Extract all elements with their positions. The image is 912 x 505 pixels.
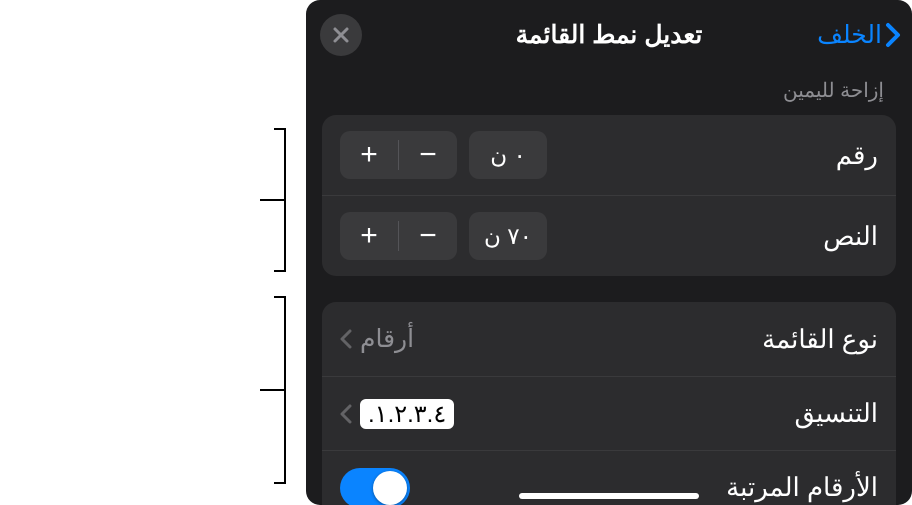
indent-number-label: رقم [836,140,878,171]
indent-text-value[interactable]: ٧٠ ن [469,212,547,260]
list-format-value: ١.٢.٣.٤. [360,399,454,429]
list-type-value: أرقام [360,324,414,354]
toggle-knob [373,471,407,505]
stepper-divider [398,221,399,251]
indent-number-stepper: − + [340,131,457,179]
close-icon [332,26,350,44]
chevron-right-icon [884,21,902,49]
list-type-label: نوع القائمة [762,324,878,355]
indent-text-stepper: − + [340,212,457,260]
indent-number-row: رقم ٠ ن − + [322,115,896,195]
indent-card: رقم ٠ ن − + النص ٧٠ ن − + [322,115,896,276]
chevron-left-icon [340,404,352,424]
tiered-numbers-toggle[interactable] [340,468,410,505]
list-format-label: التنسيق [794,398,878,429]
panel-header: الخلف تعديل نمط القائمة [306,0,912,70]
list-style-panel: الخلف تعديل نمط القائمة إزاحة لليمين رقم… [306,0,912,505]
panel-title: تعديل نمط القائمة [516,20,703,50]
indent-text-row: النص ٧٠ ن − + [322,195,896,276]
indent-number-decrement[interactable]: − [399,131,457,179]
indent-number-value[interactable]: ٠ ن [469,131,547,179]
close-button[interactable] [320,14,362,56]
indent-text-increment[interactable]: + [340,212,398,260]
indent-text-label: النص [823,221,878,252]
callout-bracket-list [284,296,286,484]
home-indicator [519,493,699,499]
tiered-numbers-label: الأرقام المرتبة [726,472,878,503]
list-settings-card: نوع القائمة أرقام التنسيق ١.٢.٣.٤. الأرق… [322,302,896,505]
list-format-row[interactable]: التنسيق ١.٢.٣.٤. [322,376,896,450]
back-label: الخلف [817,20,882,50]
callout-bracket-indent [284,128,286,272]
indent-number-increment[interactable]: + [340,131,398,179]
list-type-row[interactable]: نوع القائمة أرقام [322,302,896,376]
back-button[interactable]: الخلف [817,0,902,70]
stepper-divider [398,140,399,170]
indent-text-decrement[interactable]: − [399,212,457,260]
chevron-left-icon [340,329,352,349]
indent-section-label: إزاحة لليمين [306,70,912,115]
